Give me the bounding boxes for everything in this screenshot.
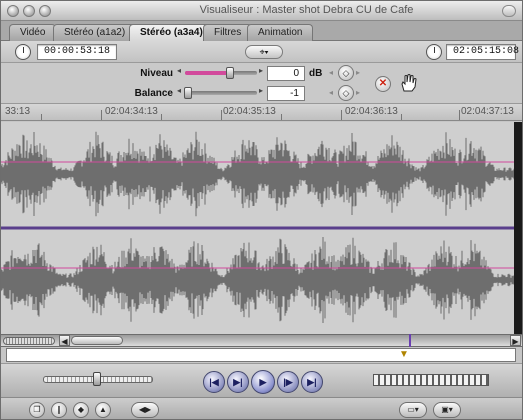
tab-filters[interactable]: Filtres: [203, 24, 253, 41]
level-decrease-icon[interactable]: ◂: [177, 66, 181, 75]
minimize-window-button[interactable]: [23, 5, 35, 17]
scroll-right-button[interactable]: ▶: [510, 335, 521, 346]
playhead-marker-icon[interactable]: ▼: [399, 350, 409, 360]
transport-controls: |◀ ▶| ▶ |▶ ▶|: [1, 363, 522, 397]
window-title: Visualiseur : Master shot Debra CU de Ca…: [199, 4, 414, 16]
ruler-label: 02:04:35:13: [223, 106, 276, 117]
view-popup-button[interactable]: ▭▾: [399, 402, 427, 418]
play-icon: ▶: [259, 377, 267, 387]
level-slider-knob[interactable]: [226, 67, 234, 79]
timecode-bar: 00:00:53:18 ⌖▾ 02:05:15:08: [1, 41, 522, 63]
waveform-display[interactable]: [1, 122, 522, 334]
drag-hand-icon[interactable]: [399, 73, 417, 93]
overlay-icon: ▣▾: [441, 405, 453, 414]
scroll-thumb[interactable]: [71, 336, 123, 345]
ruler-tick: [221, 110, 222, 120]
title-bar: Visualiseur : Master shot Debra CU de Ca…: [1, 1, 522, 21]
play-around-button[interactable]: |▶: [277, 371, 299, 393]
tab-bar: Vidéo Stéréo (a1a2) Stéréo (a3a4) Filtre…: [1, 21, 522, 42]
ruler-label: 02:04:37:13: [461, 106, 514, 117]
duration-clock-icon: [15, 44, 31, 60]
close-window-button[interactable]: [7, 5, 19, 17]
ruler-label: 02:04:36:13: [345, 106, 398, 117]
bottom-toolbar: ❐ ❙ ◆ ▲ ◀▶ ▭▾ ▣▾: [1, 397, 522, 419]
ruler-tick: [459, 110, 460, 120]
playhead-indicator: [409, 334, 411, 347]
marker-icon: ▲: [99, 405, 107, 414]
add-keyframe-button[interactable]: ◆: [73, 402, 89, 418]
ruler-tick: [101, 110, 102, 120]
toolbar-toggle-button[interactable]: [502, 5, 516, 17]
go-to-out-icon: ▶|: [307, 377, 317, 387]
balance-increase-icon[interactable]: ▸: [259, 86, 263, 95]
balance-prev-keyframe-icon[interactable]: ◂: [329, 88, 333, 97]
play-button[interactable]: ▶: [251, 370, 275, 394]
balance-slider-track[interactable]: [185, 91, 257, 95]
balance-decrease-icon[interactable]: ◂: [177, 86, 181, 95]
add-marker-button[interactable]: ▲: [95, 402, 111, 418]
level-keyframe-button[interactable]: ◇: [338, 65, 354, 81]
ruler-tick: [401, 114, 402, 120]
scrubber-bar[interactable]: ▼: [6, 348, 516, 362]
mark-clip-button[interactable]: ❙: [51, 402, 67, 418]
crosshair-icon: ⌖▾: [259, 47, 269, 57]
audio-controls: Niveau ◂ ▸ 0 dB ◂ ◇ ▸ Balance ◂ ▸ -1 ◂ ◇…: [1, 63, 522, 103]
jog-wheel[interactable]: [373, 374, 489, 386]
match-frame-button[interactable]: ❐: [29, 402, 45, 418]
tab-stereo-a3a4[interactable]: Stéréo (a3a4): [129, 24, 214, 42]
horizontal-scrollbar[interactable]: ◀ ▶: [1, 334, 522, 347]
mark-in-out-icon: ◀▶: [138, 405, 152, 414]
level-value-field[interactable]: 0: [267, 66, 305, 81]
play-in-to-out-icon: ▶|: [233, 377, 243, 387]
ruler-tick: [341, 110, 342, 120]
waveform-channel: [1, 131, 516, 217]
waveform-graphic: [1, 131, 516, 323]
timeline-ruler[interactable]: 33:13 02:04:34:13 02:04:35:13 02:04:36:1…: [1, 103, 522, 121]
play-in-to-out-button[interactable]: ▶|: [227, 371, 249, 393]
go-to-in-button[interactable]: |◀: [203, 371, 225, 393]
ruler-tick: [281, 114, 282, 120]
keyframe-icon: ◆: [77, 405, 85, 414]
overlay-popup-button[interactable]: ▣▾: [433, 402, 461, 418]
match-frame-icon: ❐: [33, 405, 41, 414]
waveform-channel: [1, 237, 516, 323]
view-options-popup[interactable]: ⌖▾: [245, 45, 283, 59]
waveform-edge: [514, 122, 522, 334]
go-to-in-icon: |◀: [209, 377, 219, 387]
duration-timecode-field[interactable]: 00:00:53:18: [37, 44, 117, 60]
current-clock-icon: [426, 44, 442, 60]
scroll-left-button[interactable]: ◀: [59, 335, 70, 346]
balance-keyframe-button[interactable]: ◇: [338, 85, 354, 101]
level-increase-icon[interactable]: ▸: [259, 66, 263, 75]
balance-next-keyframe-icon[interactable]: ▸: [356, 88, 360, 97]
tab-video[interactable]: Vidéo: [9, 24, 57, 41]
mark-in-out-button[interactable]: ◀▶: [131, 402, 159, 418]
zoom-strip[interactable]: [3, 337, 55, 345]
level-unit: dB: [309, 68, 323, 79]
level-prev-keyframe-icon[interactable]: ◂: [329, 68, 333, 77]
shuttle-knob[interactable]: [93, 372, 101, 386]
go-to-out-button[interactable]: ▶|: [301, 371, 323, 393]
ruler-label: 33:13: [5, 106, 31, 117]
mark-clip-icon: ❙: [55, 405, 63, 414]
balance-slider-knob[interactable]: [184, 87, 192, 99]
tab-stereo-a1a2[interactable]: Stéréo (a1a2): [53, 24, 137, 41]
monitor-icon: ▭▾: [407, 405, 419, 414]
play-around-icon: |▶: [283, 377, 293, 387]
balance-label: Balance: [134, 88, 173, 99]
level-slider-fill: [185, 71, 229, 75]
current-timecode-field[interactable]: 02:05:15:08: [446, 44, 519, 60]
reset-button[interactable]: ✕: [375, 76, 391, 92]
level-next-keyframe-icon[interactable]: ▸: [356, 68, 360, 77]
ruler-tick: [161, 114, 162, 120]
zoom-window-button[interactable]: [39, 5, 51, 17]
tab-animation[interactable]: Animation: [247, 24, 314, 41]
balance-value-field[interactable]: -1: [267, 86, 305, 101]
level-label: Niveau: [140, 68, 173, 79]
viewer-window: Visualiseur : Master shot Debra CU de Ca…: [0, 0, 523, 420]
ruler-label: 02:04:34:13: [105, 106, 158, 117]
ruler-tick: [41, 114, 42, 120]
